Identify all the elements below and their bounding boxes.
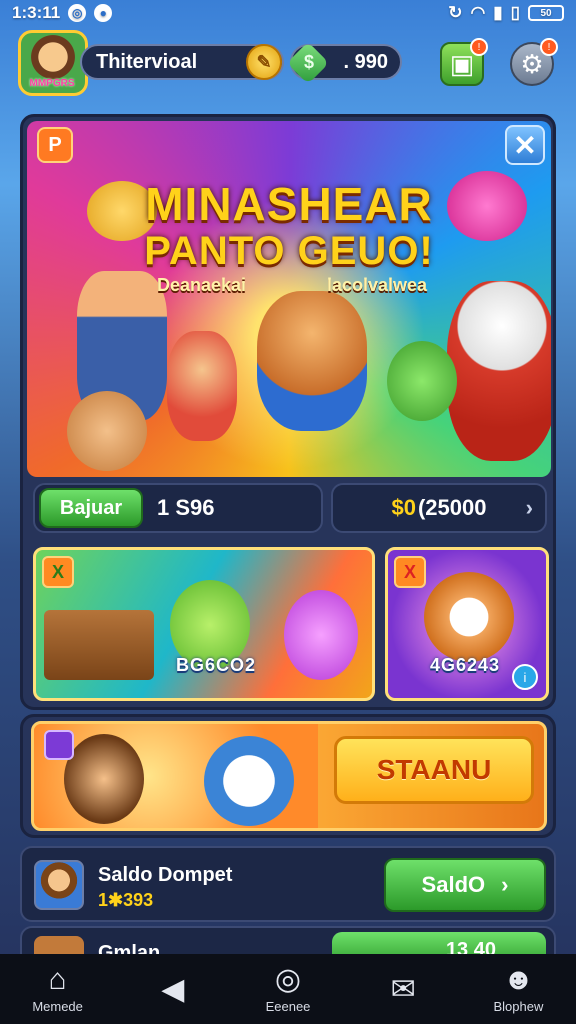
purple-monster-art <box>284 590 358 680</box>
main-panel: P ✕ MINASHEAR PANTO GEUO! Deanaekai laco… <box>20 114 556 710</box>
chevron-right-icon: › <box>525 495 533 520</box>
wallet-avatar <box>34 860 84 910</box>
wallet-button[interactable]: SaldO › <box>384 858 546 912</box>
wizard-character-art <box>64 734 144 824</box>
battery-icon: 50 <box>528 5 564 21</box>
banner-title-line1: MINASHEAR <box>145 178 433 230</box>
settings-badge: ! <box>540 38 558 56</box>
wallet-button-label: SaldO <box>421 872 486 897</box>
nav-label: Eeenee <box>265 998 311 1014</box>
game-card-2[interactable]: X 4G6243 i <box>385 547 549 701</box>
player-name: Thitervioal <box>96 50 198 73</box>
shiba-dog-art <box>424 572 514 662</box>
hero-character <box>257 291 367 431</box>
banner-title-line2: PANTO GEUO! <box>144 229 434 273</box>
balance-highlight: $0 <box>391 495 416 520</box>
balance-amount: (25000 <box>417 495 487 520</box>
mail-icon: ✉ <box>390 972 416 1006</box>
chat-icon: ● <box>94 4 113 22</box>
back-icon: ◀ <box>161 972 185 1006</box>
gear-icon: ⚙ <box>520 48 544 79</box>
game-card-1[interactable]: X BG6CO2 <box>33 547 375 701</box>
gem-symbol: $ <box>304 52 315 72</box>
sim-icon: ▯ <box>510 3 520 22</box>
settings-button[interactable]: ⚙ ! <box>510 38 558 86</box>
bottom-nav: ⌂ Memede ◀ ◎ Eeenee ✉ ☻ Blophew <box>0 954 576 1024</box>
promo-panel: STAANU <box>20 714 556 838</box>
promo-banner: STAANU <box>31 721 547 831</box>
bag-badge: ! <box>470 38 488 56</box>
promo-tag-icon <box>44 730 74 760</box>
nav-home[interactable]: ⌂ Memede <box>0 954 115 1024</box>
home-icon: ⌂ <box>48 962 67 996</box>
card-tag-icon: X <box>394 556 426 588</box>
banner-subtitle-right: lacolvalwea <box>327 275 428 295</box>
wallet-value: 1✱393 <box>98 890 154 910</box>
info-icon[interactable]: i <box>512 664 538 690</box>
nav-mail[interactable]: ✉ <box>346 954 461 1024</box>
wallet-row: Saldo Dompet 1✱393 SaldO › <box>20 846 556 922</box>
bet-button[interactable]: Bajuar <box>39 488 143 528</box>
explorer-character <box>67 391 147 471</box>
status-time: 1:3:11 <box>12 3 61 22</box>
nav-label: Blophew <box>493 998 544 1014</box>
top-bar: MMPGRS Thitervioal ✎ $ . 990 ▣ ! ⚙ ! <box>14 30 564 100</box>
start-button[interactable]: STAANU <box>334 736 534 804</box>
profile-icon: ☻ <box>502 962 535 996</box>
gnome-character <box>167 331 237 441</box>
promo-art <box>34 724 318 828</box>
banner-subtitle-left: Deanaekai <box>157 275 247 295</box>
close-button[interactable]: ✕ <box>505 125 545 165</box>
nav-profile[interactable]: ☻ Blophew <box>461 954 576 1024</box>
gem-value: . 990 <box>343 50 388 73</box>
bag-icon: ▣ <box>449 48 475 79</box>
wallet-title: Saldo Dompet <box>98 864 233 886</box>
gem-balance-pill[interactable]: $ . 990 <box>286 41 402 85</box>
nav-circle[interactable]: ◎ Eeenee <box>230 954 345 1024</box>
card-code: BG6CO2 <box>176 655 257 675</box>
nav-back[interactable]: ◀ <box>115 954 230 1024</box>
shop-bag-button[interactable]: ▣ ! <box>440 38 488 86</box>
sync-icon: ↻ <box>448 3 463 22</box>
avatar-label: MMPGRS <box>29 78 75 89</box>
bet-value: 1 S96 <box>157 495 215 520</box>
treasure-cart-art <box>44 610 154 680</box>
data-saver-icon: ◎ <box>68 4 87 22</box>
balance-row[interactable]: $0 (25000 › <box>331 483 547 533</box>
bet-row: Bajuar 1 S96 <box>33 483 323 533</box>
status-bar: 1:3:11 ◎ ● ↻ ◠ ▮ ▯ 50 <box>0 0 576 26</box>
circle-icon: ◎ <box>274 963 302 996</box>
card-tag-icon: X <box>42 556 74 588</box>
snowman-character-art <box>204 736 294 826</box>
event-banner[interactable]: P ✕ MINASHEAR PANTO GEUO! Deanaekai laco… <box>27 121 551 477</box>
player-name-pill[interactable]: Thitervioal ✎ <box>80 44 284 80</box>
card-code: 4G6243 <box>430 655 501 675</box>
signal-icon: ▮ <box>493 3 503 22</box>
coin-icon: ✎ <box>246 44 282 80</box>
nav-label: Memede <box>32 998 83 1014</box>
chevron-right-icon: › <box>501 872 509 897</box>
robot-dog-character <box>447 281 551 461</box>
banner-tag-icon: P <box>37 127 73 163</box>
green-creature-character <box>387 341 457 421</box>
wifi-icon: ◠ <box>470 3 486 22</box>
